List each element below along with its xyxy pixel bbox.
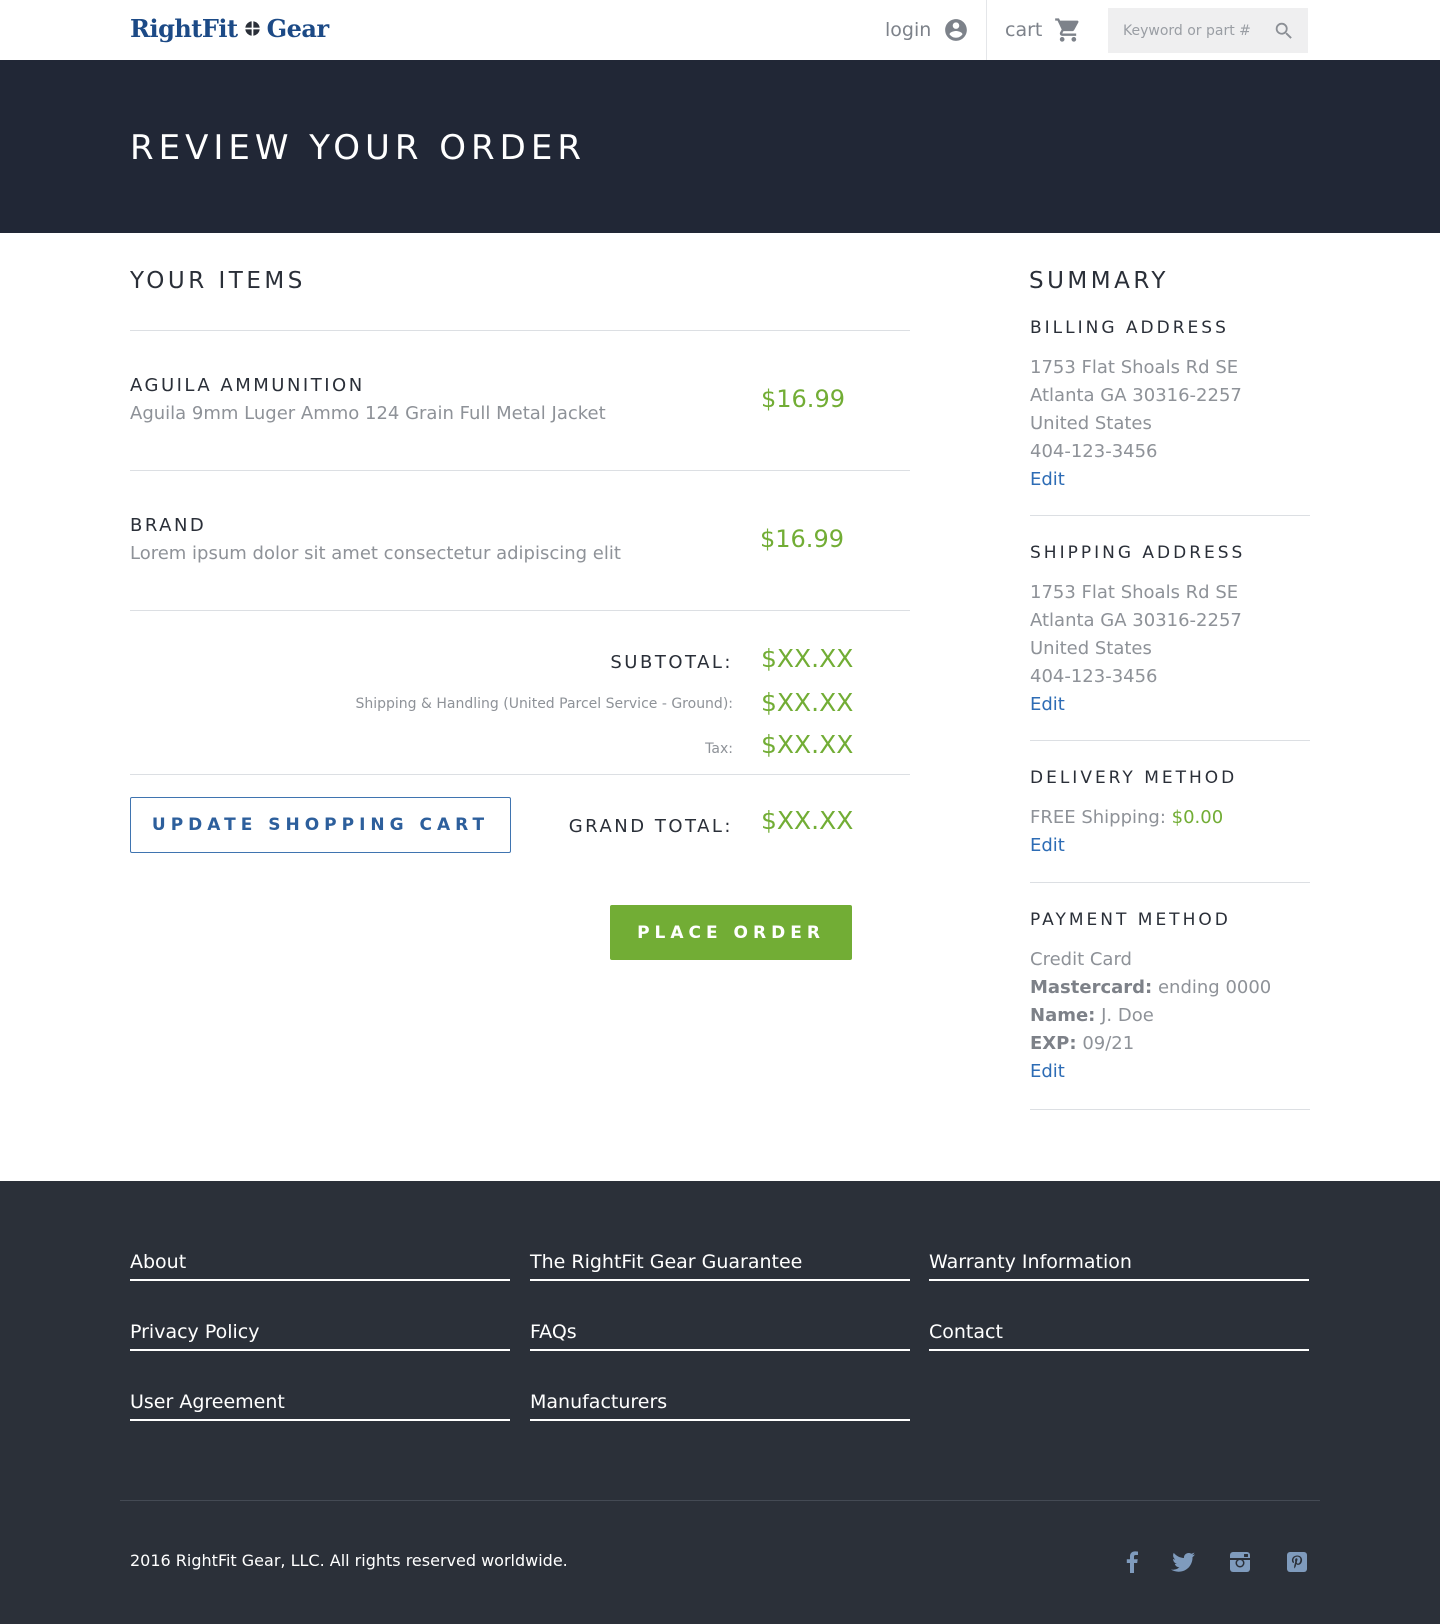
facebook-icon [1126, 1551, 1138, 1573]
tax-value: $XX.XX [761, 730, 854, 759]
item-divider [130, 610, 910, 611]
footer-link-warranty[interactable]: Warranty Information [929, 1251, 1309, 1281]
payment-method-heading: PAYMENT METHOD [1030, 910, 1231, 930]
items-top-divider [130, 330, 910, 331]
your-items-heading: YOUR ITEMS [130, 268, 306, 294]
summary-divider [1030, 740, 1310, 741]
instagram-link[interactable] [1227, 1549, 1253, 1575]
delivery-method-line: FREE Shipping: $0.00 [1030, 807, 1223, 828]
shipping-address-heading: SHIPPING ADDRESS [1030, 543, 1246, 563]
footer-link-guarantee[interactable]: The RightFit Gear Guarantee [530, 1251, 910, 1281]
exp-value: 09/21 [1082, 1033, 1135, 1054]
pinterest-link[interactable] [1284, 1549, 1310, 1575]
item-price: $16.99 [760, 525, 844, 553]
summary-divider [1030, 882, 1310, 883]
billing-address-heading: BILLING ADDRESS [1030, 318, 1229, 338]
pinterest-icon [1287, 1552, 1307, 1572]
payment-type: Credit Card [1030, 949, 1132, 970]
name-value: J. Doe [1101, 1005, 1154, 1026]
payment-name-line: Name: J. Doe [1030, 1005, 1154, 1026]
search-button[interactable] [1264, 8, 1304, 53]
billing-phone: 404-123-3456 [1030, 441, 1158, 462]
subtotal-value: $XX.XX [761, 644, 854, 673]
delivery-method-heading: DELIVERY METHOD [1030, 768, 1238, 788]
instagram-icon [1230, 1552, 1250, 1572]
billing-city: Atlanta GA 30316-2257 [1030, 385, 1242, 406]
payment-exp-line: EXP: 09/21 [1030, 1033, 1134, 1054]
logo-text-rightfit: RightFit [130, 14, 238, 43]
twitter-link[interactable] [1170, 1549, 1196, 1575]
cart-link[interactable]: cart [1005, 14, 1082, 46]
tax-label: Tax: [705, 741, 733, 757]
twitter-icon [1171, 1552, 1195, 1572]
grand-total-label: GRAND TOTAL: [568, 816, 733, 837]
login-link[interactable]: login [885, 14, 969, 46]
top-navigation-bar: RightFit Gear login cart [0, 0, 1440, 60]
exp-label: EXP: [1030, 1033, 1077, 1054]
delivery-method-label: FREE Shipping: [1030, 807, 1166, 828]
payment-card-line: Mastercard: ending 0000 [1030, 977, 1271, 998]
header-divider [986, 0, 987, 60]
edit-delivery-link[interactable]: Edit [1030, 835, 1065, 856]
card-value: ending 0000 [1157, 977, 1272, 998]
facebook-link[interactable] [1119, 1549, 1145, 1575]
item-price: $16.99 [761, 385, 845, 413]
name-label: Name: [1030, 1005, 1096, 1026]
summary-heading: SUMMARY [1029, 268, 1169, 294]
item-description: Aguila 9mm Luger Ammo 124 Grain Full Met… [130, 403, 606, 424]
search-box [1108, 8, 1308, 53]
shipping-city: Atlanta GA 30316-2257 [1030, 610, 1242, 631]
edit-shipping-link[interactable]: Edit [1030, 694, 1065, 715]
crosshair-logo-icon [244, 20, 260, 37]
edit-billing-link[interactable]: Edit [1030, 469, 1065, 490]
item-brand: BRAND [130, 515, 207, 536]
shipping-phone: 404-123-3456 [1030, 666, 1158, 687]
grand-total-value: $XX.XX [761, 806, 854, 835]
account-circle-icon [945, 19, 968, 41]
footer-divider [120, 1500, 1320, 1501]
shopping-cart-icon [1055, 18, 1079, 42]
footer-link-contact[interactable]: Contact [929, 1321, 1309, 1351]
search-icon [1275, 22, 1292, 39]
footer-link-user-agreement[interactable]: User Agreement [130, 1391, 510, 1421]
summary-divider [1030, 1109, 1310, 1110]
shipping-street: 1753 Flat Shoals Rd SE [1030, 582, 1239, 603]
place-order-button[interactable]: PLACE ORDER [610, 905, 852, 960]
shipping-handling-label: Shipping & Handling (United Parcel Servi… [355, 696, 733, 712]
delivery-method-price: $0.00 [1171, 807, 1224, 828]
card-label: Mastercard: [1030, 977, 1153, 998]
login-label: login [885, 19, 932, 41]
logo-text-gear: Gear [266, 14, 329, 43]
shipping-handling-value: $XX.XX [761, 688, 854, 717]
footer-link-faqs[interactable]: FAQs [530, 1321, 910, 1351]
item-description: Lorem ipsum dolor sit amet consectetur a… [130, 543, 621, 564]
copyright-text: 2016 RightFit Gear, LLC. All rights rese… [130, 1551, 568, 1570]
item-divider [130, 470, 910, 471]
footer-link-about[interactable]: About [130, 1251, 510, 1281]
page-title: REVIEW YOUR ORDER [130, 128, 586, 168]
update-shopping-cart-button[interactable]: UPDATE SHOPPING CART [130, 797, 511, 853]
totals-divider [130, 774, 910, 775]
search-input[interactable] [1108, 8, 1264, 53]
item-brand: AGUILA AMMUNITION [130, 375, 365, 396]
subtotal-label: SUBTOTAL: [610, 652, 733, 673]
edit-payment-link[interactable]: Edit [1030, 1061, 1065, 1082]
billing-country: United States [1030, 413, 1152, 434]
billing-street: 1753 Flat Shoals Rd SE [1030, 357, 1239, 378]
shipping-country: United States [1030, 638, 1152, 659]
site-logo[interactable]: RightFit Gear [130, 14, 329, 43]
summary-divider [1030, 515, 1310, 516]
footer-link-privacy-policy[interactable]: Privacy Policy [130, 1321, 510, 1351]
page-hero-banner: REVIEW YOUR ORDER [0, 60, 1440, 233]
footer-link-manufacturers[interactable]: Manufacturers [530, 1391, 910, 1421]
cart-label: cart [1005, 19, 1043, 41]
